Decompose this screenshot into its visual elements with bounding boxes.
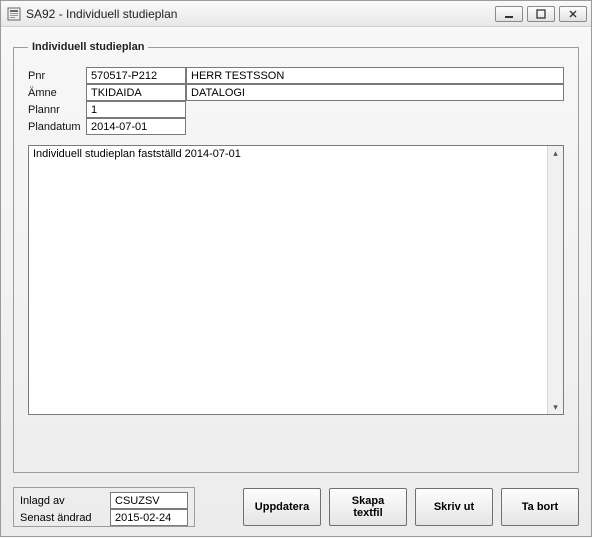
pnr-label: Pnr (28, 69, 86, 83)
uppdatera-button[interactable]: Uppdatera (243, 488, 321, 526)
tabort-button[interactable]: Ta bort (501, 488, 579, 526)
plannr-field[interactable] (86, 101, 186, 118)
maximize-button[interactable] (527, 6, 555, 22)
form-grid: Pnr Ämne Plannr Plandatum (28, 67, 564, 135)
window-buttons (495, 6, 587, 22)
close-button[interactable] (559, 6, 587, 22)
senast-field[interactable] (110, 509, 188, 526)
inlagd-label: Inlagd av (20, 495, 110, 507)
senast-label: Senast ändrad (20, 512, 110, 524)
studieplan-group: Individuell studieplan Pnr Ämne Plannr (13, 41, 579, 473)
content-area: Individuell studieplan Pnr Ämne Plannr (1, 27, 591, 539)
notes-textarea[interactable]: Individuell studieplan fastställd 2014-0… (29, 146, 547, 414)
minimize-button[interactable] (495, 6, 523, 22)
inlagd-field[interactable] (110, 492, 188, 509)
titlebar[interactable]: SA92 - Individuell studieplan (1, 1, 591, 27)
window-title: SA92 - Individuell studieplan (26, 7, 495, 21)
skrivut-button[interactable]: Skriv ut (415, 488, 493, 526)
scroll-down-icon[interactable]: ▾ (549, 400, 563, 414)
pnr-field[interactable] (86, 67, 186, 84)
meta-box: Inlagd av Senast ändrad (13, 487, 195, 527)
scroll-up-icon[interactable]: ▴ (549, 146, 563, 160)
amne-name-field[interactable] (186, 84, 564, 101)
group-legend: Individuell studieplan (28, 41, 148, 53)
bottom-row: Inlagd av Senast ändrad Uppdatera Skapa … (13, 487, 579, 527)
plannr-label: Plannr (28, 103, 86, 117)
amne-code-field[interactable] (86, 84, 186, 101)
amne-label: Ämne (28, 86, 86, 100)
window-frame: SA92 - Individuell studieplan Individuel… (0, 0, 592, 537)
name-field[interactable] (186, 67, 564, 84)
plandatum-label: Plandatum (28, 120, 86, 134)
scrollbar[interactable]: ▴ ▾ (547, 146, 563, 414)
app-icon (7, 7, 21, 21)
plandatum-field[interactable] (86, 118, 186, 135)
action-buttons: Uppdatera Skapa textfil Skriv ut Ta bort (243, 487, 579, 527)
skapa-textfil-button[interactable]: Skapa textfil (329, 488, 407, 526)
notes-area: Individuell studieplan fastställd 2014-0… (28, 145, 564, 415)
